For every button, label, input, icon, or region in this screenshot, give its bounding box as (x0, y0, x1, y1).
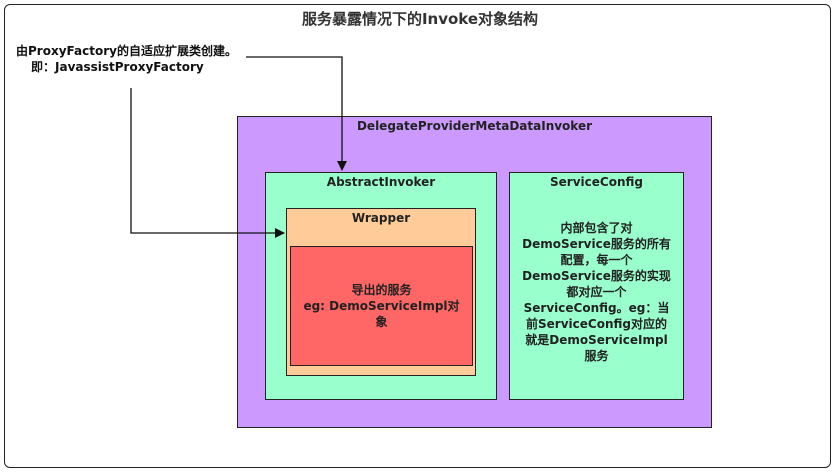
service-config-line: 配置，每一个 (560, 253, 633, 267)
service-config-line: 就是DemoServiceImpl (525, 333, 668, 347)
factory-note-line2: 即：JavassistProxyFactory (31, 60, 204, 74)
exported-service-line: 导出的服务 (351, 283, 412, 297)
diagram-title: 服务暴露情况下的Invoke对象结构 (301, 10, 539, 28)
service-config-line: 内部包含了对 (560, 221, 633, 235)
service-config-line: DemoService服务的所有 (522, 237, 671, 251)
abstract-invoker-label: AbstractInvoker (326, 175, 436, 189)
service-config-line: ServiceConfig。eg：当 (523, 301, 670, 315)
service-config-label: ServiceConfig (550, 175, 643, 189)
exported-service-text: 导出的服务 eg: DemoServiceImpl对 象 (290, 282, 473, 330)
factory-note-line1: 由ProxyFactory的自适应扩展类创建。 (16, 44, 237, 58)
exported-service-line: 象 (375, 315, 388, 329)
service-config-description: 内部包含了对 DemoService服务的所有 配置，每一个 DemoServi… (509, 220, 684, 364)
service-config-line: 服务 (584, 349, 609, 363)
service-config-line: 都对应一个 (566, 285, 627, 299)
wrapper-label: Wrapper (351, 211, 411, 225)
factory-note: 由ProxyFactory的自适应扩展类创建。 即：JavassistProxy… (16, 43, 266, 75)
service-config-line: 前ServiceConfig对应的 (526, 317, 667, 331)
service-config-line: DemoService服务的实现 (522, 269, 671, 283)
delegate-provider-metadata-invoker-label: DelegateProviderMetaDataInvoker (356, 119, 593, 133)
exported-service-line: eg: DemoServiceImpl对 (303, 299, 460, 313)
